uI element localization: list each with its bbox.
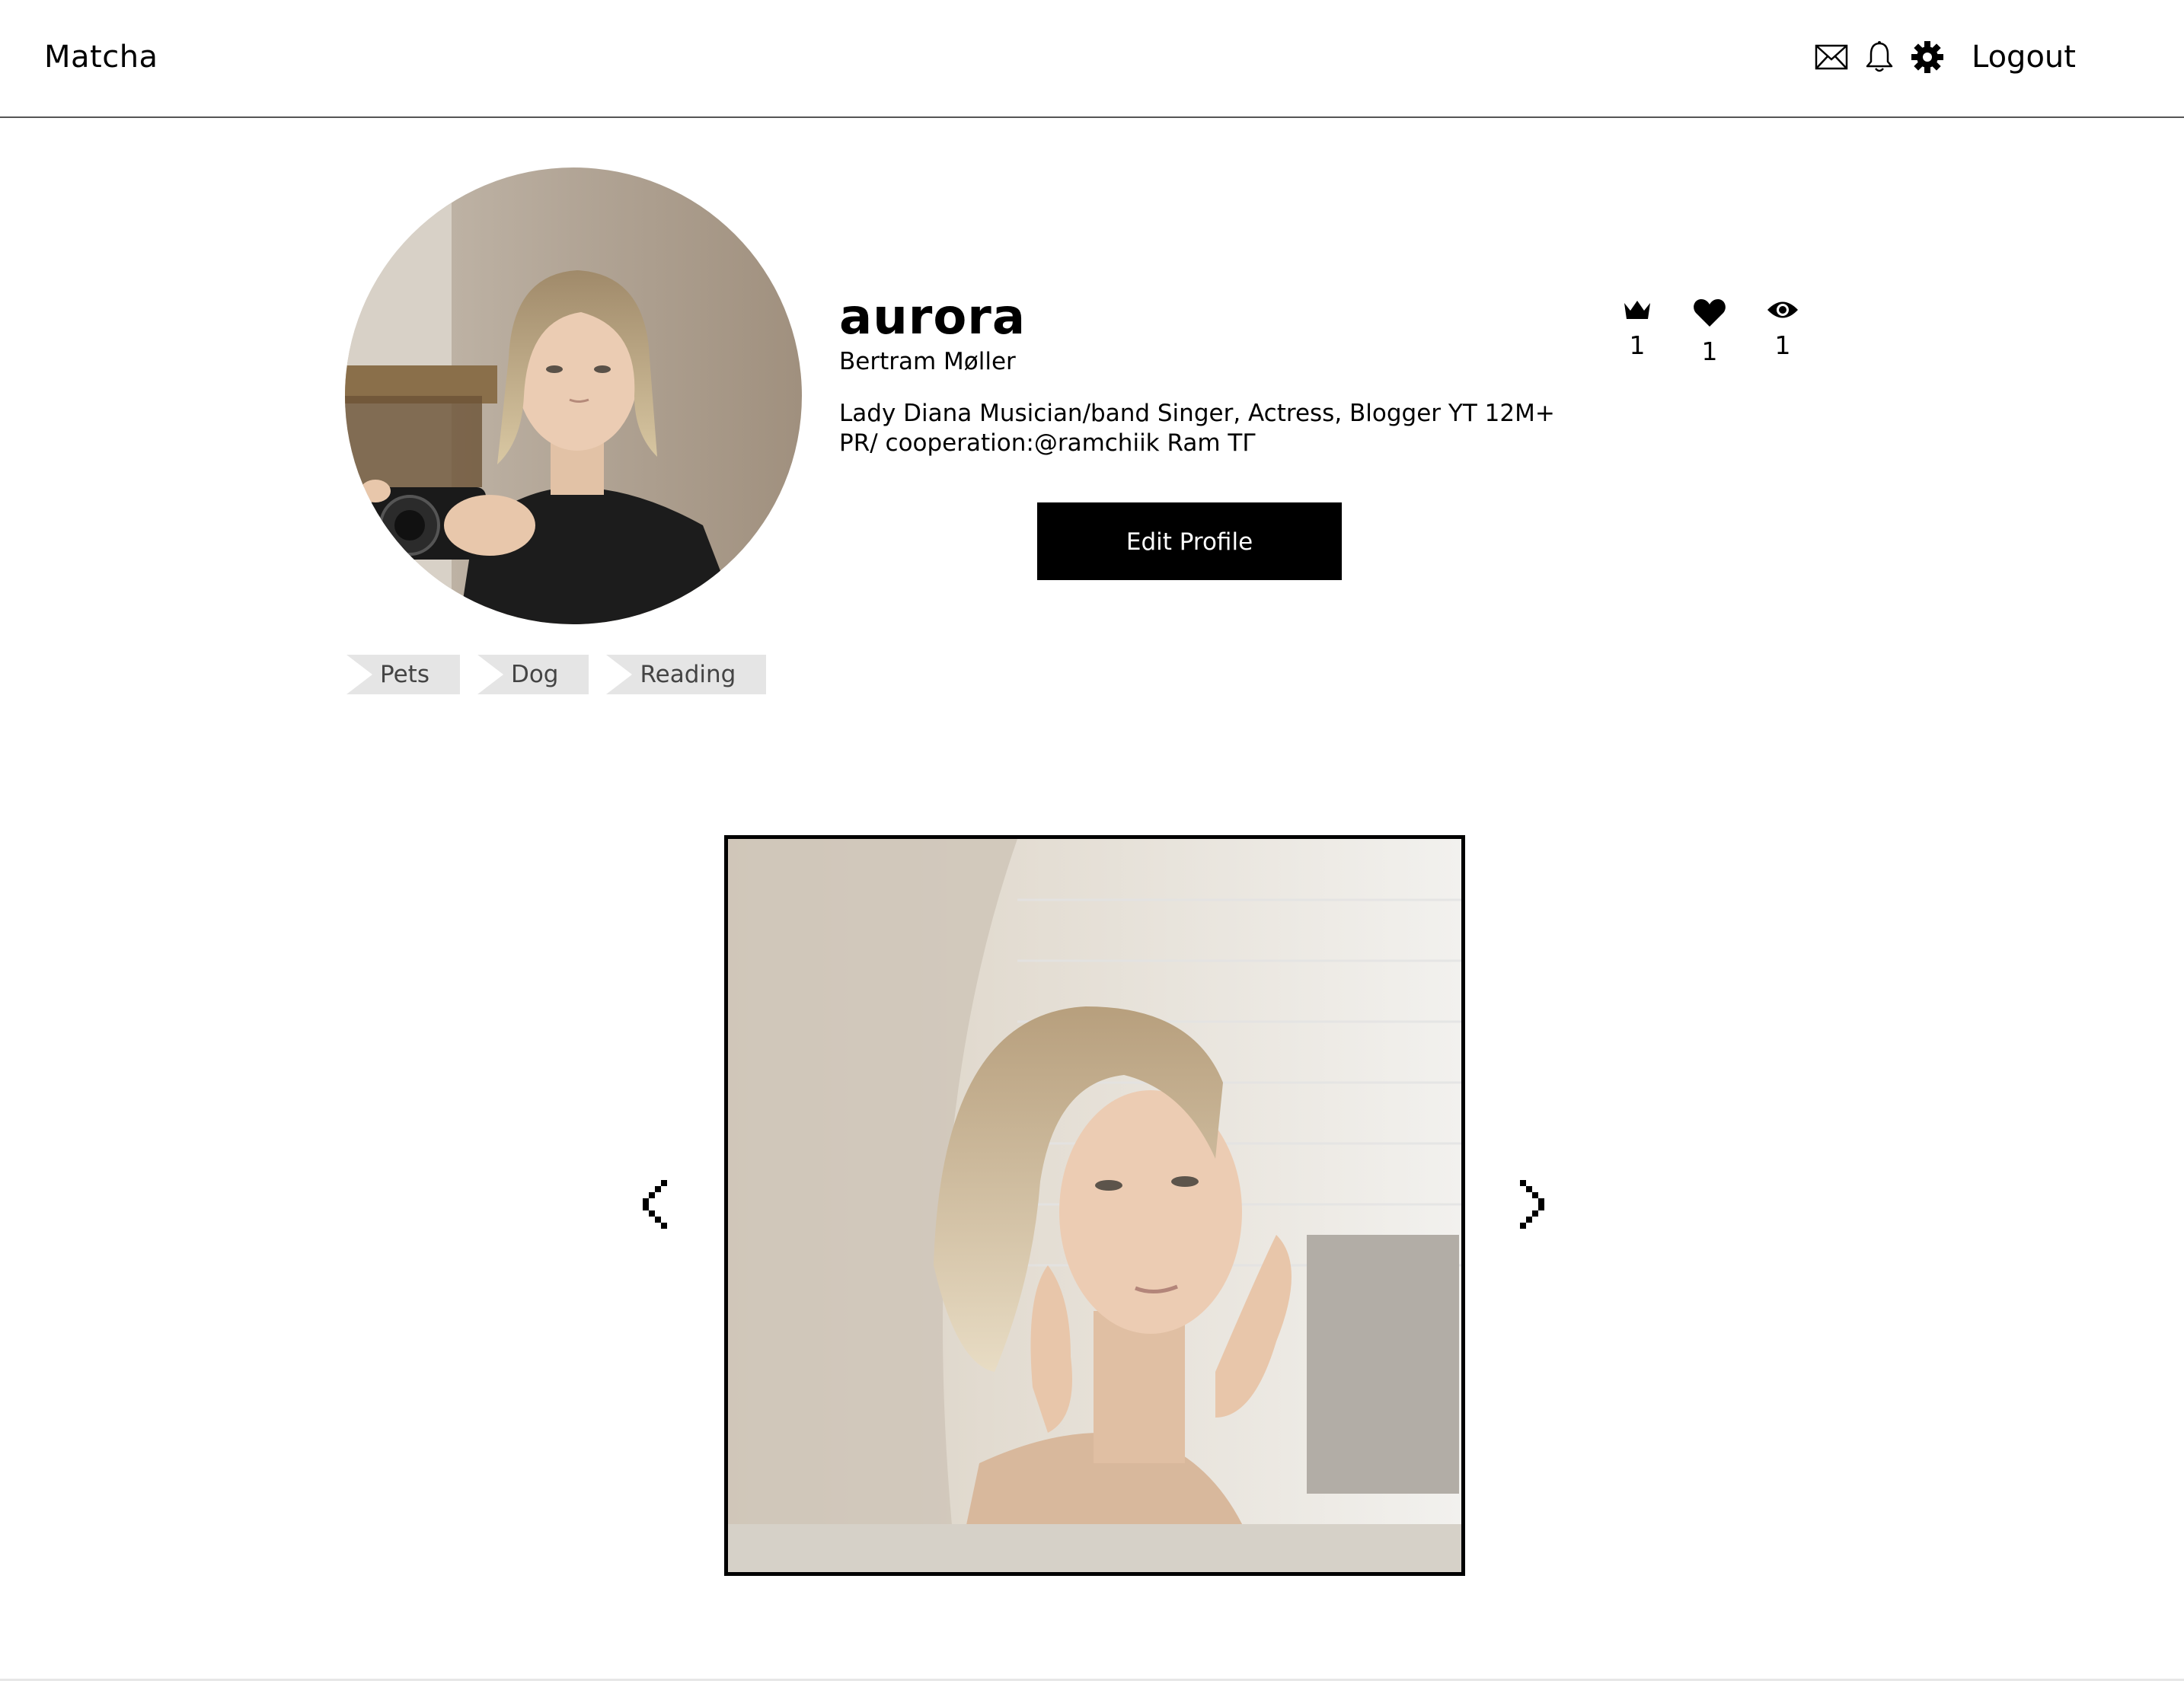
nav-actions: Logout (1815, 38, 2076, 76)
stat-views: 1 (1756, 298, 1809, 361)
gear-icon[interactable] (1911, 40, 1944, 74)
stat-likes-value: 1 (1701, 336, 1718, 366)
tag-item[interactable]: Dog (477, 655, 589, 694)
stat-likes: 1 (1683, 298, 1736, 367)
chevron-left-icon[interactable] (638, 1180, 672, 1230)
tag-item[interactable]: Pets (346, 655, 460, 694)
crown-icon (1624, 301, 1650, 319)
profile-username: aurora (839, 289, 1027, 346)
stat-fame: 1 (1611, 298, 1664, 361)
bell-icon[interactable] (1865, 40, 1894, 74)
tag-item[interactable]: Reading (606, 655, 767, 694)
heart-icon (1694, 299, 1726, 327)
eye-icon (1767, 301, 1798, 318)
stat-views-value: 1 (1774, 330, 1791, 360)
chevron-right-icon[interactable] (1515, 1180, 1549, 1230)
mail-icon[interactable] (1815, 43, 1848, 71)
photo-gallery-frame (724, 835, 1465, 1576)
profile-avatar (345, 167, 802, 624)
profile-bio: Lady Diana Musician/band Singer, Actress… (839, 400, 1555, 457)
top-navbar: Matcha Logout (0, 0, 2184, 118)
gallery-photo (728, 839, 1461, 1572)
footer-divider (0, 1679, 2184, 1681)
logout-link[interactable]: Logout (1972, 38, 2076, 76)
app-logo[interactable]: Matcha (44, 38, 158, 76)
edit-profile-button[interactable]: Edit Profile (1037, 502, 1342, 580)
interest-tags: Pets Dog Reading (346, 655, 784, 694)
stat-fame-value: 1 (1629, 330, 1646, 360)
profile-full-name: Bertram Møller (839, 348, 1016, 375)
